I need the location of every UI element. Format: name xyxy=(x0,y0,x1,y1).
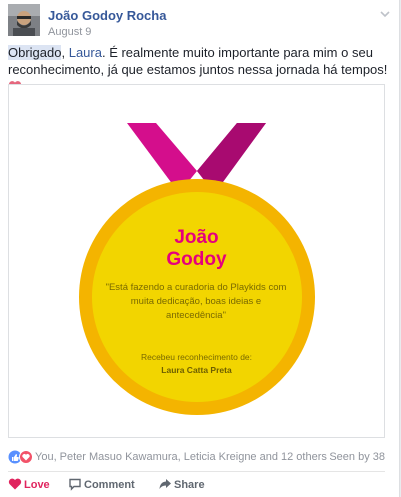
medal-name-first: João xyxy=(174,227,219,248)
comment-label: Comment xyxy=(84,479,135,491)
post-image[interactable]: João Godoy "Está fazendo a curadoria do … xyxy=(8,84,385,438)
reactions-summary[interactable]: You, Peter Masuo Kawamura, Leticia Kreig… xyxy=(35,451,327,463)
medal-name-last: Godoy xyxy=(166,249,227,270)
love-reaction-icon xyxy=(19,450,33,464)
seen-by[interactable]: Seen by 38 xyxy=(329,451,385,463)
reaction-icons[interactable] xyxy=(8,449,34,465)
author-avatar[interactable] xyxy=(8,4,40,36)
author-name[interactable]: João Godoy Rocha xyxy=(48,8,166,23)
share-icon xyxy=(159,479,171,489)
post-header: João Godoy Rocha August 9 xyxy=(8,4,393,38)
action-bar: Love Comment Share xyxy=(8,476,385,494)
medal-quote: "Está fazendo a curadoria do Playkids co… xyxy=(105,282,287,321)
love-label: Love xyxy=(24,479,50,491)
chevron-down-icon[interactable] xyxy=(377,6,393,22)
reactions-bar: You, Peter Masuo Kawamura, Leticia Kreig… xyxy=(8,449,385,465)
post-card: João Godoy Rocha August 9 Obrigado, Laur… xyxy=(0,0,400,497)
medal-received-label: Recebeu reconhecimento de: xyxy=(140,352,253,362)
comment-icon xyxy=(69,478,81,491)
highlighted-word: Obrigado xyxy=(8,45,62,60)
divider xyxy=(8,471,385,472)
post-date[interactable]: August 9 xyxy=(48,26,91,38)
heart-icon xyxy=(8,478,22,490)
share-label: Share xyxy=(174,479,205,491)
medal-received-from: Laura Catta Preta xyxy=(161,365,232,375)
text-comma: , xyxy=(61,45,69,60)
mention-link[interactable]: Laura xyxy=(69,45,102,60)
